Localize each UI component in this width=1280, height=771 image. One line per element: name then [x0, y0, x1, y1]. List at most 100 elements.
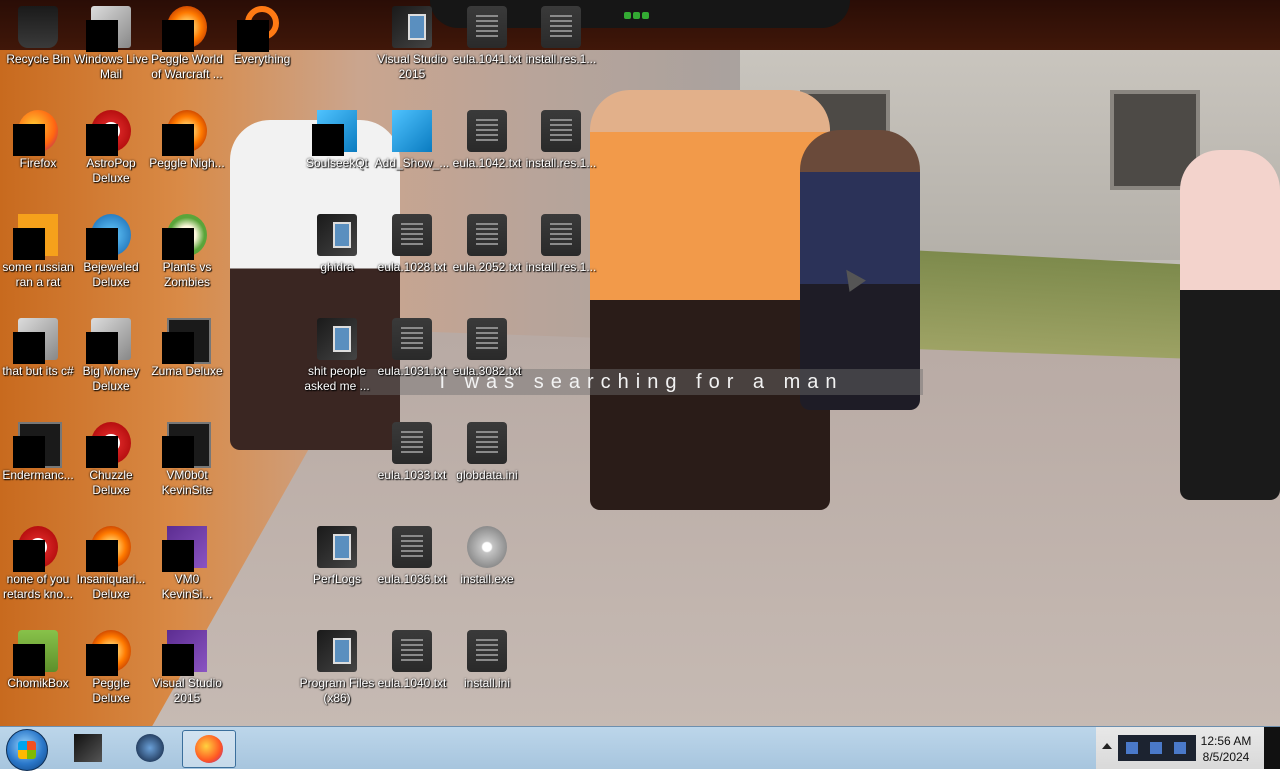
steam-icon	[136, 734, 164, 762]
desktop-icon-label: install.ini	[463, 676, 511, 690]
text-file-icon	[467, 318, 507, 360]
desktop-icon[interactable]: install.exe	[448, 520, 526, 620]
desktop-icon[interactable]: eula.1040.txt	[373, 624, 451, 724]
desktop-icon[interactable]: eula.1042.txt	[448, 104, 526, 204]
desktop-icon-label: install.exe	[460, 572, 514, 586]
folder-icon	[317, 318, 357, 360]
redaction-box	[13, 332, 45, 364]
desktop-icon-label: Firefox	[19, 156, 57, 170]
desktop-icon[interactable]: Insaniquari... Deluxe	[72, 520, 150, 620]
desktop-icon[interactable]: eula.1031.txt	[373, 312, 451, 412]
redaction-box	[162, 540, 194, 572]
desktop-icon[interactable]: Peggle World of Warcraft ...	[148, 0, 226, 100]
desktop-icon-label: Visual Studio 2015	[152, 676, 222, 705]
desktop-icon[interactable]: Plants vs Zombies	[148, 208, 226, 308]
wallpaper-person	[590, 90, 830, 510]
desktop-icon[interactable]: Firefox	[0, 104, 77, 204]
redaction-box	[13, 644, 45, 676]
show-hidden-icons-button[interactable]	[1102, 743, 1112, 749]
wallpaper-person	[1180, 150, 1280, 500]
folder-icon	[317, 526, 357, 568]
desktop-icon[interactable]: eula.2052.txt	[448, 208, 526, 308]
desktop-icon[interactable]: globdata.ini	[448, 416, 526, 516]
desktop-icon[interactable]: some russian ran a rat	[0, 208, 77, 308]
resource-file-icon	[541, 214, 581, 256]
tray-icons	[1118, 735, 1196, 761]
installer-icon	[467, 526, 507, 568]
desktop-icon[interactable]: none of you retards kno...	[0, 520, 77, 620]
desktop-icon[interactable]: Big Money Deluxe	[72, 312, 150, 412]
desktop-icon[interactable]: Windows Live Mail	[72, 0, 150, 100]
desktop-icon-label: ghidra	[320, 260, 354, 274]
redaction-box	[162, 124, 194, 156]
desktop-icon-label: Insaniquari... Deluxe	[76, 572, 146, 601]
desktop-icon[interactable]: VM0 KevinSi...	[148, 520, 226, 620]
desktop-icon-label: Recycle Bin	[6, 52, 70, 66]
desktop-icon[interactable]: Visual Studio 2015	[148, 624, 226, 724]
desktop-icon-label: eula.2052.txt	[452, 260, 522, 274]
desktop-icon[interactable]: Bejeweled Deluxe	[72, 208, 150, 308]
desktop-icon[interactable]: Program Files (x86)	[298, 624, 376, 724]
network-icon[interactable]	[1150, 742, 1162, 754]
tray-app-icon[interactable]	[1126, 742, 1138, 754]
desktop-icon[interactable]: eula.1028.txt	[373, 208, 451, 308]
desktop-icon[interactable]: SoulseekQt	[298, 104, 376, 204]
desktop-icon-label: eula.1042.txt	[452, 156, 522, 170]
desktop-icon[interactable]: Peggle Nigh...	[148, 104, 226, 204]
desktop-icon-label: Endermanc...	[2, 468, 74, 482]
desktop-icon[interactable]: Endermanc...	[0, 416, 77, 516]
redaction-box	[13, 124, 45, 156]
desktop-icon[interactable]: Add_Show_...	[373, 104, 451, 204]
windows-logo-icon	[18, 741, 36, 759]
desktop-icon[interactable]: ghidra	[298, 208, 376, 308]
desktop-icon[interactable]: Recycle Bin	[0, 0, 77, 100]
redaction-box	[86, 20, 118, 52]
taskbar-firefox[interactable]	[182, 730, 236, 768]
desktop-icon[interactable]: Visual Studio 2015	[373, 0, 451, 100]
start-button[interactable]	[6, 729, 48, 771]
desktop-icon-label: Plants vs Zombies	[162, 260, 212, 289]
show-desktop-button[interactable]	[1264, 727, 1280, 769]
desktop-icon[interactable]: VM0b0t KevinSite	[148, 416, 226, 516]
text-file-icon	[392, 318, 432, 360]
taskbar-clock[interactable]: 12:56 AM 8/5/2024	[1196, 733, 1256, 765]
taskbar-file-explorer[interactable]	[62, 730, 114, 766]
wallpaper-person	[800, 130, 920, 410]
desktop-icon[interactable]: PerfLogs	[298, 520, 376, 620]
desktop-icon[interactable]: eula.3082.txt	[448, 312, 526, 412]
desktop-icon-label: Peggle Deluxe	[92, 676, 130, 705]
redaction-box	[162, 436, 194, 468]
desktop-icon[interactable]: ChomikBox	[0, 624, 77, 724]
volume-icon[interactable]	[1174, 742, 1186, 754]
desktop-icon[interactable]: that but its c#	[0, 312, 77, 412]
desktop-icon-label: install.res.1...	[525, 156, 597, 170]
desktop-icon-label: eula.1041.txt	[452, 52, 522, 66]
desktop-icon[interactable]: shit people asked me ...	[298, 312, 376, 412]
desktop-icon[interactable]: eula.1036.txt	[373, 520, 451, 620]
desktop-icon[interactable]: eula.1033.txt	[373, 416, 451, 516]
desktop-icon-label: Peggle World of Warcraft ...	[151, 52, 223, 81]
ini-file-icon	[467, 630, 507, 672]
text-file-icon	[392, 214, 432, 256]
desktop-icon[interactable]: AstroPop Deluxe	[72, 104, 150, 204]
folder-icon	[317, 214, 357, 256]
redaction-box	[86, 228, 118, 260]
desktop-icon[interactable]: install.ini	[448, 624, 526, 724]
redaction-box	[312, 124, 344, 156]
desktop-icon[interactable]: install.res.1...	[522, 104, 600, 204]
redaction-box	[162, 228, 194, 260]
text-file-icon	[392, 630, 432, 672]
desktop-icon[interactable]: eula.1041.txt	[448, 0, 526, 100]
taskbar: 12:56 AM 8/5/2024	[0, 726, 1280, 771]
desktop-icon[interactable]: install.res.1...	[522, 0, 600, 100]
taskbar-steam[interactable]	[124, 730, 176, 766]
desktop-icon[interactable]: Peggle Deluxe	[72, 624, 150, 724]
redaction-box	[86, 436, 118, 468]
desktop-icon-label: none of you retards kno...	[2, 572, 74, 601]
desktop-icon[interactable]: Everything	[223, 0, 301, 100]
desktop-icon[interactable]: Chuzzle Deluxe	[72, 416, 150, 516]
desktop-icon[interactable]: install.res.1...	[522, 208, 600, 308]
desktop-icon-label: Zuma Deluxe	[151, 364, 223, 378]
desktop-icon[interactable]: Zuma Deluxe	[148, 312, 226, 412]
desktop-icon-label: VM0b0t KevinSite	[161, 468, 213, 497]
